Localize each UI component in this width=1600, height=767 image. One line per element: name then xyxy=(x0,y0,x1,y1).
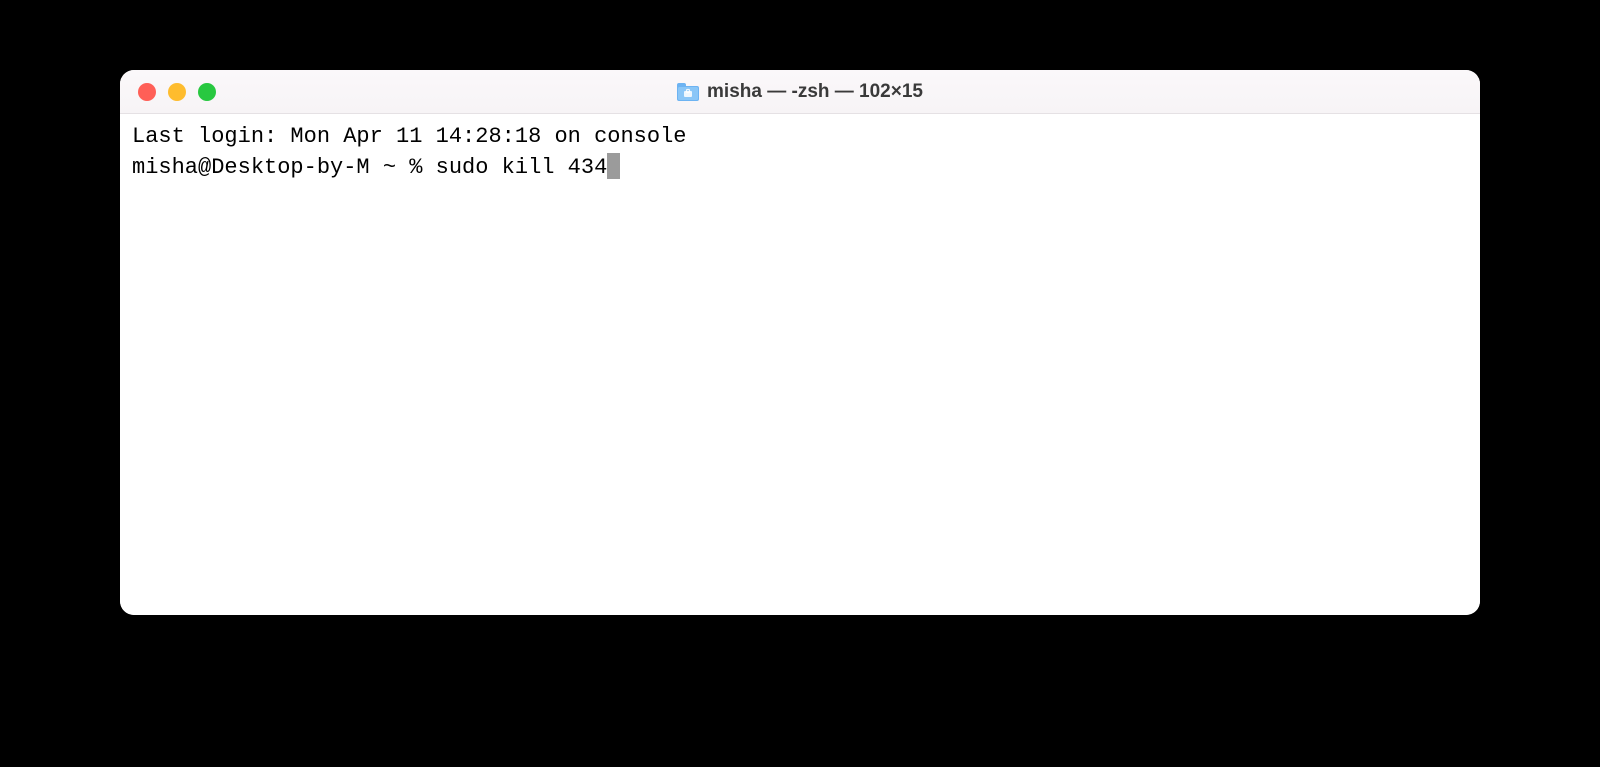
shell-prompt: misha@Desktop-by-M ~ % xyxy=(132,155,436,180)
window-title: misha — -zsh — 102×15 xyxy=(707,81,923,103)
command-input[interactable]: sudo kill 434 xyxy=(436,155,608,180)
cursor xyxy=(607,153,620,179)
window-titlebar[interactable]: misha — -zsh — 102×15 xyxy=(120,70,1480,114)
terminal-body[interactable]: Last login: Mon Apr 11 14:28:18 on conso… xyxy=(120,114,1480,615)
last-login-line: Last login: Mon Apr 11 14:28:18 on conso… xyxy=(132,122,1468,153)
folder-icon xyxy=(677,83,699,101)
window-controls xyxy=(138,83,216,101)
window-title-area: misha — -zsh — 102×15 xyxy=(136,81,1464,103)
maximize-button[interactable] xyxy=(198,83,216,101)
close-button[interactable] xyxy=(138,83,156,101)
minimize-button[interactable] xyxy=(168,83,186,101)
terminal-window: misha — -zsh — 102×15 Last login: Mon Ap… xyxy=(120,70,1480,615)
